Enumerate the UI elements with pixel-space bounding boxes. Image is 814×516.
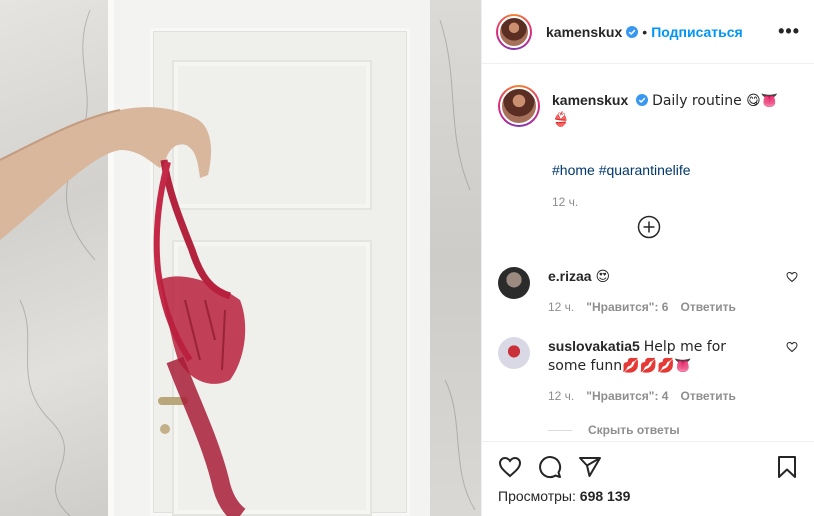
- caption-time: 12 ч.: [552, 195, 579, 209]
- post-details-panel: kamenskux • Подписаться ••• kamenskux Da…: [481, 0, 814, 516]
- comment-time: 12 ч.: [548, 300, 575, 314]
- separator-dot: •: [642, 23, 648, 40]
- commenter-username[interactable]: suslovakatia5: [548, 338, 640, 354]
- hide-replies-label: Скрыть ответы: [588, 423, 680, 437]
- views-count: Просмотры: 698 139: [498, 488, 799, 504]
- comment-text: 😍: [595, 269, 611, 285]
- author-username[interactable]: kamenskux: [546, 24, 622, 40]
- caption-avatar[interactable]: [498, 85, 540, 127]
- heart-icon[interactable]: [786, 341, 798, 353]
- reply-button[interactable]: Ответить: [680, 298, 735, 316]
- commenter-username[interactable]: e.rizaa: [548, 268, 592, 284]
- comment-item: suslovakatia5 Help me for some funn💋💋💋👅 …: [498, 337, 798, 405]
- comment-likes[interactable]: "Нравится": 4: [586, 387, 668, 405]
- post-header: kamenskux • Подписаться •••: [482, 0, 814, 64]
- hide-replies-button[interactable]: Скрыть ответы: [548, 423, 680, 437]
- caption-hashtags[interactable]: #home #quarantinelife: [552, 161, 792, 179]
- views-label: Просмотры:: [498, 488, 576, 504]
- comment-item: e.rizaa 😍 12 ч. "Нравится": 6 Ответить: [498, 267, 798, 316]
- comment-time: 12 ч.: [548, 389, 575, 403]
- load-more-icon[interactable]: [637, 215, 661, 239]
- comments-list[interactable]: kamenskux Daily routine 😋👅👙 #home #quara…: [482, 65, 814, 441]
- post-actions: Просмотры: 698 139: [482, 441, 814, 516]
- views-value: 698 139: [579, 488, 631, 504]
- commenter-avatar[interactable]: [498, 267, 530, 299]
- comment-icon[interactable]: [538, 455, 562, 479]
- more-options-button[interactable]: •••: [778, 21, 800, 42]
- heart-icon[interactable]: [498, 455, 522, 479]
- verified-icon: [636, 94, 649, 106]
- comment-likes[interactable]: "Нравится": 6: [586, 298, 668, 316]
- commenter-avatar[interactable]: [498, 337, 530, 369]
- post-caption: kamenskux Daily routine 😋👅👙 #home #quara…: [498, 85, 799, 211]
- caption-username[interactable]: kamenskux: [552, 92, 628, 108]
- post-media[interactable]: [0, 0, 481, 516]
- verified-icon: [626, 25, 639, 38]
- divider: [548, 429, 572, 431]
- more-icon: •••: [778, 21, 800, 41]
- bookmark-icon[interactable]: [775, 455, 799, 479]
- author-avatar[interactable]: [496, 13, 532, 50]
- reply-button[interactable]: Ответить: [680, 387, 735, 405]
- follow-button[interactable]: Подписаться: [651, 24, 743, 40]
- share-icon[interactable]: [578, 455, 602, 479]
- photo-illustration: [0, 9, 476, 516]
- heart-icon[interactable]: [786, 271, 798, 283]
